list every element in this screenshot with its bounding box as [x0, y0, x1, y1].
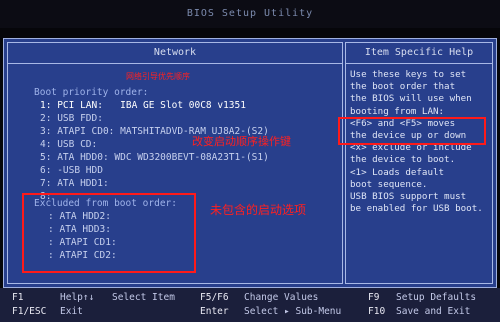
footer-key-f1esc[interactable]: F1/ESC — [12, 306, 46, 317]
boot-item-num: 4: — [40, 139, 52, 150]
help-line: USB BIOS support must — [350, 191, 467, 203]
help-line: boot sequence. — [350, 178, 428, 190]
boot-order-panel: Network 网络引导优先顺序 Boot priority order: 1:… — [7, 42, 343, 284]
keys-highlight-box — [338, 117, 486, 145]
footer-label-setup-defaults: Setup Defaults — [396, 292, 477, 303]
panel-header-help: Item Specific Help — [346, 43, 492, 64]
annotation-excluded: 未包含的启动选项 — [210, 203, 307, 217]
boot-item-device: ATA HDD1: — [57, 178, 109, 189]
footer-key-f1[interactable]: F1 — [12, 292, 23, 303]
boot-item-device: ATAPI CD0: — [57, 126, 115, 137]
footer-label-select-item: Select Item — [112, 292, 175, 303]
help-line: the device to boot. — [350, 154, 456, 166]
boot-item-detail: IBA GE Slot 00C8 v1351 — [120, 100, 246, 111]
footer-bar: F1 Help↑↓ Select Item F5/F6 Change Value… — [0, 288, 500, 322]
help-panel: Item Specific Help Use these keys to set… — [338, 42, 493, 284]
footer-label-help: Help↑↓ — [60, 292, 95, 303]
footer-key-f10[interactable]: F10 — [368, 306, 385, 317]
boot-item-num: 6: — [40, 165, 52, 176]
boot-item-4[interactable]: 4: USB CD: — [40, 139, 97, 150]
help-line: Use these keys to set — [350, 69, 467, 80]
bios-title: BIOS Setup Utility — [186, 8, 314, 19]
help-line: booting from LAN: — [350, 105, 445, 117]
boot-item-7[interactable]: 7: ATA HDD1: — [40, 178, 109, 189]
bios-screen: Network 网络引导优先顺序 Boot priority order: 1:… — [3, 38, 497, 288]
boot-item-device: ATA HDD0: — [57, 152, 109, 163]
boot-item-2[interactable]: 2: USB FDD: — [40, 113, 103, 124]
footer-label-exit: Exit — [60, 306, 83, 317]
boot-item-detail: WDC WD3200BEVT-08A23T1-(S1) — [114, 152, 269, 163]
boot-item-device: PCI LAN: — [57, 100, 103, 111]
boot-item-1[interactable]: 1: PCI LAN: IBA GE Slot 00C8 v1351 — [40, 100, 246, 111]
excluded-highlight-box — [22, 193, 196, 273]
boot-item-6[interactable]: 6: -USB HDD — [40, 165, 103, 176]
boot-item-num: 5: — [40, 152, 52, 163]
footer-label-submenu: Select ▸ Sub-Menu — [244, 306, 342, 317]
boot-item-num: 1: — [40, 100, 52, 111]
boot-item-device: USB FDD: — [57, 113, 103, 124]
footer-label-save-exit: Save and Exit — [396, 306, 471, 317]
help-line: <1> Loads default — [350, 166, 445, 178]
boot-item-num: 7: — [40, 178, 52, 189]
boot-item-5[interactable]: 5: ATA HDD0: WDC WD3200BEVT-08A23T1-(S1) — [40, 152, 269, 163]
help-line: the BIOS will use when — [350, 93, 472, 105]
boot-item-num: 2: — [40, 113, 52, 124]
boot-priority-label: Boot priority order: — [34, 87, 149, 98]
boot-item-device: -USB HDD — [57, 165, 103, 176]
footer-key-enter[interactable]: Enter — [200, 306, 229, 317]
boot-item-device: USB CD: — [57, 139, 98, 150]
panel-header-network: Network — [8, 43, 342, 64]
footer-label-change-values: Change Values — [244, 292, 319, 303]
annotation-change-keys: 改变启动顺序操作键 — [192, 135, 291, 148]
footer-key-f5f6[interactable]: F5/F6 — [200, 292, 229, 303]
help-line: be enabled for USB boot. — [350, 203, 483, 215]
boot-item-num: 3: — [40, 126, 52, 137]
footer-key-f9[interactable]: F9 — [368, 292, 379, 303]
help-line: the boot order that — [350, 81, 456, 93]
annotation-priority: 网络引导优先顺序 — [126, 72, 190, 81]
